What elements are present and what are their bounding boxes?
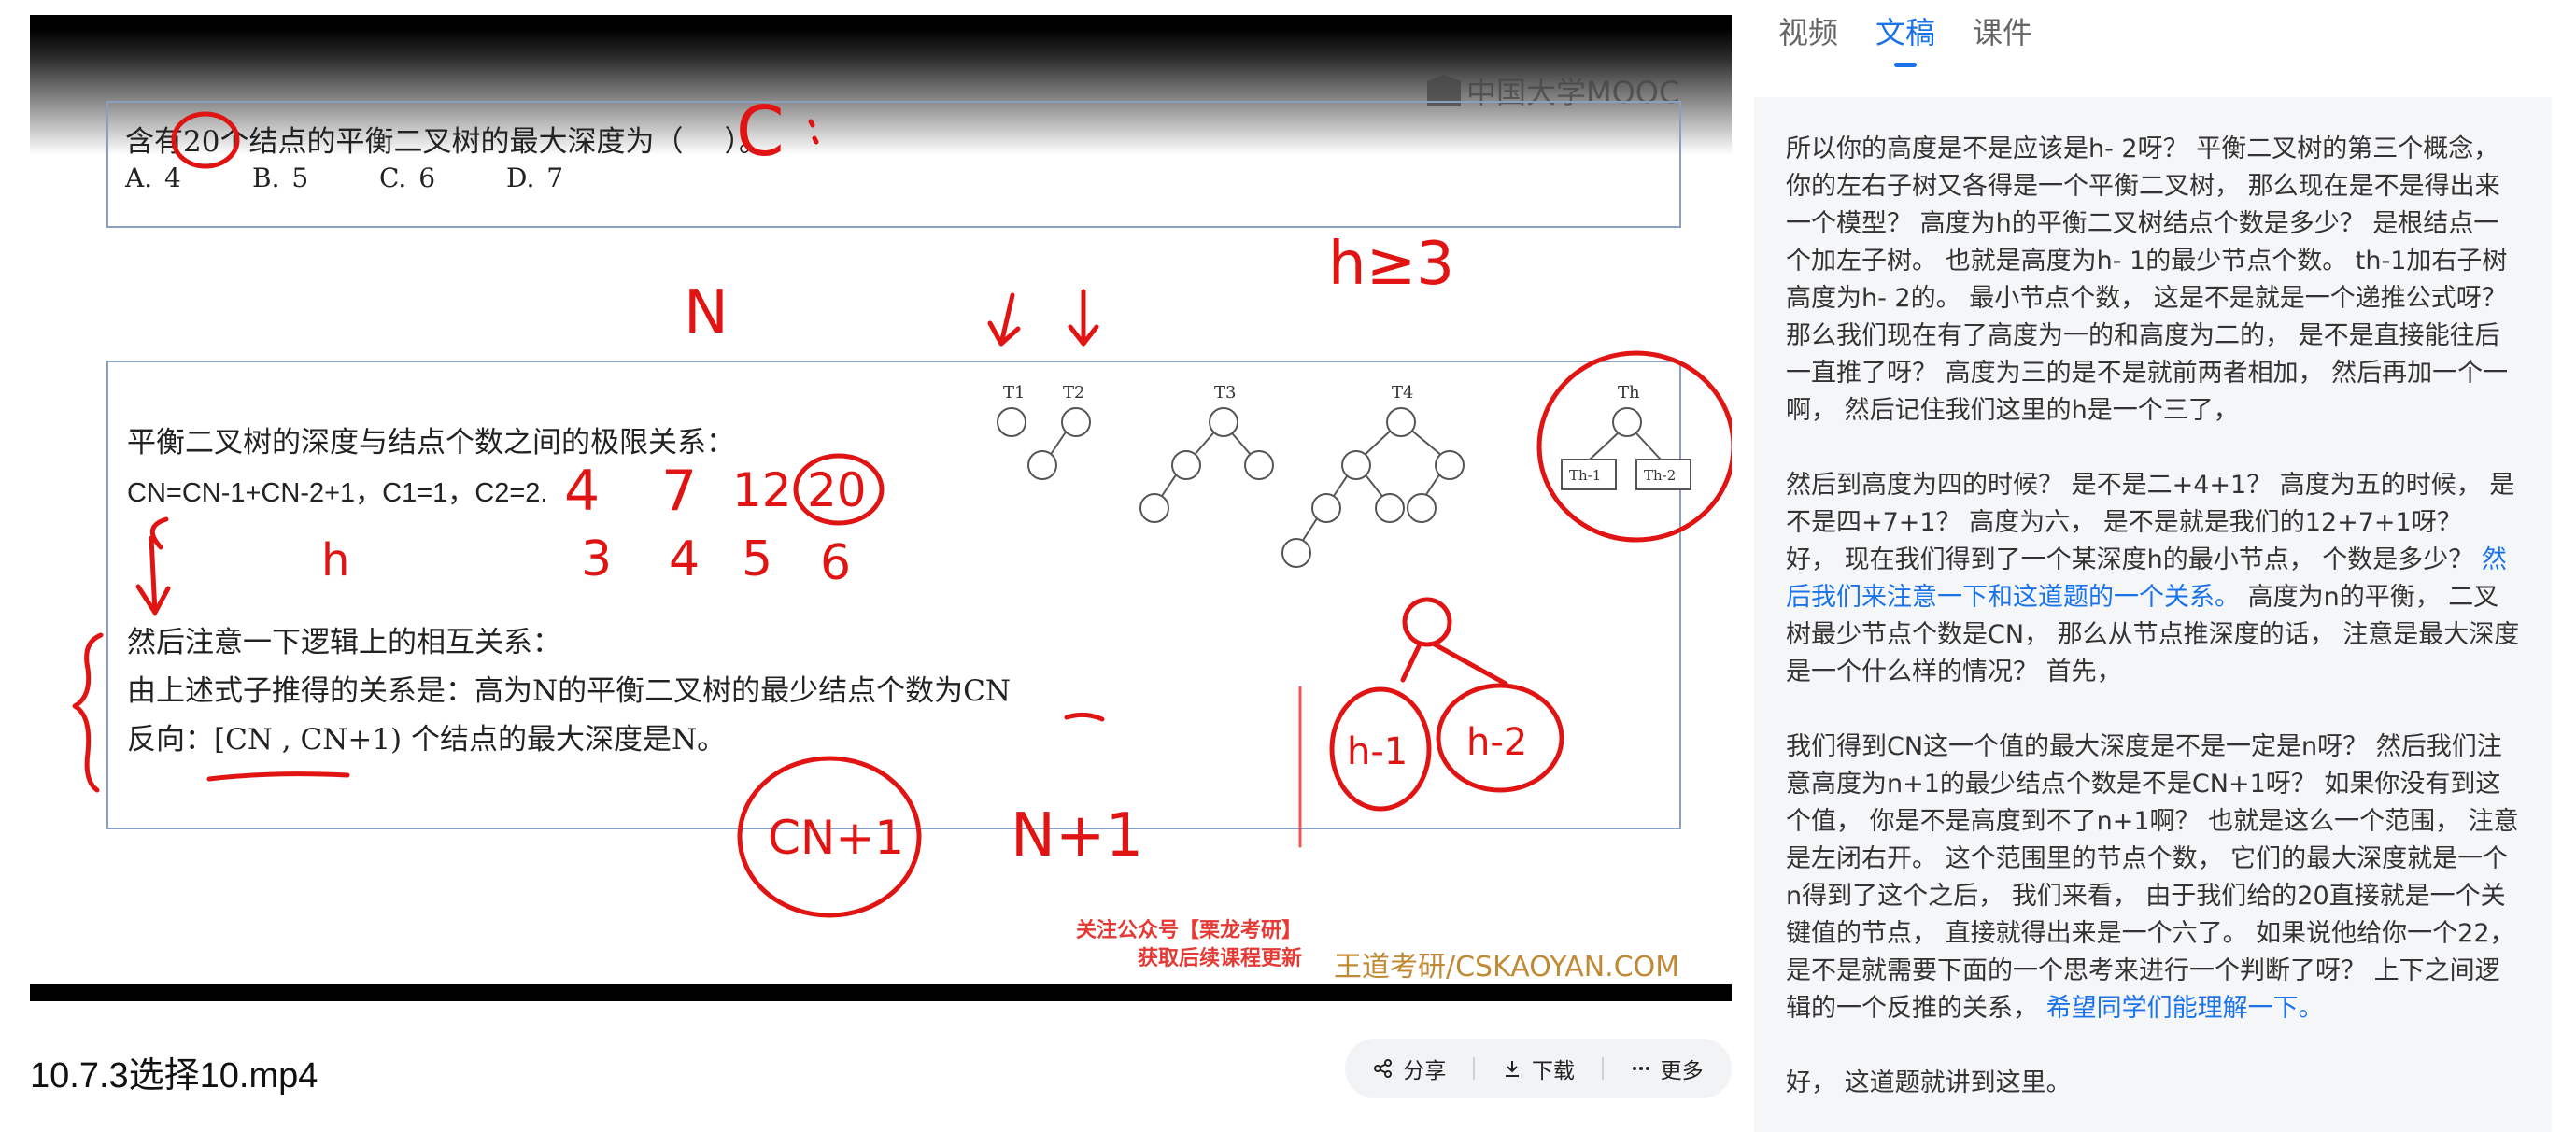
panel-tabs: 视频 文稿 课件	[1778, 9, 2032, 67]
promo-line2: 获取后续课程更新	[1138, 947, 1303, 970]
more-label: 更多	[1660, 1059, 1704, 1083]
transcript-paragraph: 然后到高度为四的时候？ 是不是二+4+1？ 高度为五的时候， 是不是四+7+1？…	[1786, 467, 2520, 691]
file-title: 10.7.3选择10.mp4	[30, 1056, 318, 1096]
hw-h-ge-3: h≥3	[1328, 230, 1454, 299]
brand-watermark: 王道考研/CSKAOYAN.COM	[1334, 951, 1680, 983]
hw-cn1: CN+1	[768, 811, 904, 865]
hw-height-6: 6	[820, 535, 851, 591]
transcript-highlight[interactable]: 希望同学们能理解一下。	[2046, 994, 2324, 1023]
handwriting-layer: C h≥3 N 4 7 12 20 3 4 5 6 h CN+1 N+1 h-1…	[72, 92, 1732, 918]
hw-answer: C	[736, 92, 785, 172]
transcript-paragraph: 好， 这道题就讲到这里。	[1786, 1068, 2072, 1097]
hw-n1: N+1	[1011, 801, 1143, 870]
more-button[interactable]: 更多	[1631, 1053, 1704, 1084]
hw-h-minus-2: h-2	[1466, 721, 1527, 764]
action-separator	[1473, 1057, 1476, 1080]
transcript-panel[interactable]: 所以你的高度是不是应该是h- 2呀？ 平衡二叉树的第三个概念， 你的左右子树又各…	[1754, 97, 2552, 1132]
hw-count-7: 7	[661, 459, 697, 524]
download-icon	[1505, 1061, 1519, 1077]
hw-count-4: 4	[564, 459, 600, 524]
transcript-text: 然后到高度为四的时候？ 是不是二+4+1？ 高度为五的时候， 是不是四+7+1？…	[1786, 471, 2515, 574]
promo-line1: 关注公众号【栗龙考研】	[1076, 919, 1303, 942]
more-dots-icon	[1632, 1067, 1649, 1070]
hw-count-20: 20	[807, 463, 867, 517]
download-label: 下载	[1531, 1059, 1575, 1083]
hw-h: h	[321, 534, 349, 587]
share-label: 分享	[1403, 1059, 1447, 1083]
tab-courseware[interactable]: 课件	[1973, 9, 2032, 67]
hw-n: N	[684, 278, 729, 347]
tab-transcript[interactable]: 文稿	[1875, 9, 1935, 67]
hw-h-minus-1: h-1	[1347, 730, 1408, 773]
share-icon	[1374, 1059, 1393, 1078]
share-button[interactable]: 分享	[1373, 1053, 1446, 1084]
hw-count-12: 12	[732, 463, 792, 517]
video-bottom-bar	[30, 984, 1732, 1001]
transcript-paragraph: 我们得到CN这一个值的最大深度是不是一定是n呀？ 然后我们注意高度为n+1的最少…	[1786, 729, 2520, 1027]
tab-video[interactable]: 视频	[1778, 9, 1838, 67]
video-player[interactable]: 中国大学MOOC 含有20个结点的平衡二叉树的最大深度为（）。 A. 4 B. 5…	[30, 15, 1732, 1001]
transcript-text: 我们得到CN这一个值的最大深度是不是一定是n呀？ 然后我们注意高度为n+1的最少…	[1786, 732, 2519, 1023]
hw-height-5: 5	[742, 531, 772, 587]
transcript-paragraph: 所以你的高度是不是应该是h- 2呀？ 平衡二叉树的第三个概念， 你的左右子树又各…	[1786, 134, 2509, 425]
hw-height-3: 3	[581, 531, 612, 587]
promo-text: 关注公众号【栗龙考研】 获取后续课程更新	[1076, 917, 1302, 973]
download-button[interactable]: 下载	[1502, 1053, 1575, 1084]
hw-height-4: 4	[669, 531, 700, 587]
action-bar: 分享 下载 更多	[1345, 1039, 1732, 1098]
action-separator	[1601, 1057, 1604, 1080]
